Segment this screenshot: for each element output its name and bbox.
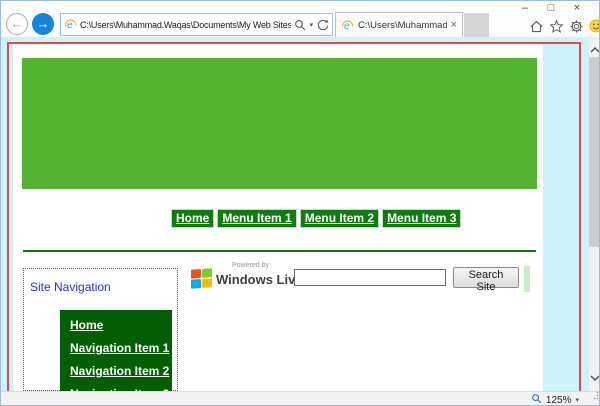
address-dropdown-icon[interactable]: ▾ xyxy=(309,21,313,29)
zoom-magnifier-icon xyxy=(531,393,542,406)
home-icon[interactable] xyxy=(528,18,544,34)
address-bar[interactable]: e C:\Users\Muhammad.Waqas\Documents\My W… xyxy=(60,13,333,36)
menu-item-3[interactable]: Menu Item 3 xyxy=(382,209,461,228)
windows-live-brand: Windows Live xyxy=(216,272,303,287)
menu-item-home[interactable]: Home xyxy=(171,209,214,228)
nav-item-1[interactable]: Navigation Item 1 xyxy=(70,342,172,355)
address-url[interactable]: C:\Users\Muhammad.Waqas\Documents\My Web… xyxy=(80,20,291,30)
refresh-icon[interactable] xyxy=(316,18,329,31)
webpage: Home Menu Item 1 Menu Item 2 Menu Item 3… xyxy=(13,45,543,391)
new-tab-button[interactable] xyxy=(464,13,489,37)
resize-grip[interactable] xyxy=(590,387,599,405)
svg-text:e: e xyxy=(344,21,350,32)
zoom-control[interactable]: 125% ▾ xyxy=(531,393,579,406)
green-accent-strip xyxy=(524,266,530,292)
favorites-star-icon[interactable] xyxy=(548,18,564,34)
zoom-dropdown-icon[interactable]: ▾ xyxy=(575,396,579,404)
window-controls: – □ × xyxy=(519,3,583,14)
search-site-button[interactable]: Search Site xyxy=(453,267,519,288)
site-navigation-panel: Site Navigation Home Navigation Item 1 N… xyxy=(23,268,178,391)
site-search-input[interactable] xyxy=(294,269,446,286)
maximize-button[interactable]: □ xyxy=(545,3,557,14)
settings-gear-icon[interactable] xyxy=(568,18,584,34)
site-navigation-title: Site Navigation xyxy=(30,280,111,294)
back-button[interactable]: ← xyxy=(6,13,28,35)
masthead-banner xyxy=(22,58,537,189)
top-menu: Home Menu Item 1 Menu Item 2 Menu Item 3 xyxy=(171,209,461,228)
menu-item-2[interactable]: Menu Item 2 xyxy=(300,209,379,228)
tab-title: C:\Users\Muhammad.Waq… xyxy=(358,20,447,31)
nav-item-home[interactable]: Home xyxy=(70,319,172,332)
nav-item-2[interactable]: Navigation Item 2 xyxy=(70,365,172,378)
minimize-button[interactable]: – xyxy=(519,3,531,14)
flag-red-pane xyxy=(191,269,201,279)
ie-tab-icon: e xyxy=(341,19,354,32)
browser-chrome: – □ × ← → e C:\Users\Muhammad.Waqas\Docu… xyxy=(1,1,600,37)
windows-flag-icon xyxy=(191,268,212,289)
powered-by-label: Powered by xyxy=(232,262,269,269)
page-viewport: Home Menu Item 1 Menu Item 2 Menu Item 3… xyxy=(1,37,600,391)
browser-window: – □ × ← → e C:\Users\Muhammad.Waqas\Docu… xyxy=(0,0,600,406)
browser-tab[interactable]: e C:\Users\Muhammad.Waq… × xyxy=(335,12,463,37)
back-icon: ← xyxy=(11,16,24,31)
smiley-feedback-icon[interactable] xyxy=(588,18,600,34)
flag-blue-pane xyxy=(191,279,201,289)
status-bar: 125% ▾ xyxy=(1,391,600,406)
horizontal-divider xyxy=(23,250,536,252)
scrollbar-thumb[interactable] xyxy=(589,57,600,247)
search-icon[interactable] xyxy=(294,19,306,31)
close-button[interactable]: × xyxy=(571,3,583,14)
chrome-action-icons xyxy=(528,18,600,34)
flag-green-pane xyxy=(202,268,212,278)
navigation-menu: Home Navigation Item 1 Navigation Item 2… xyxy=(60,310,172,391)
forward-icon: → xyxy=(37,16,50,31)
svg-text:e: e xyxy=(67,20,73,31)
tab-close-icon[interactable]: × xyxy=(451,20,457,31)
ie-page-icon: e xyxy=(64,18,77,31)
zoom-level-label: 125% xyxy=(546,395,572,406)
menu-item-1[interactable]: Menu Item 1 xyxy=(217,209,296,228)
scrollbar-down-icon[interactable] xyxy=(590,369,600,387)
flag-yellow-pane xyxy=(202,278,212,288)
forward-button[interactable]: → xyxy=(32,13,54,35)
vertical-scrollbar[interactable] xyxy=(589,37,600,391)
